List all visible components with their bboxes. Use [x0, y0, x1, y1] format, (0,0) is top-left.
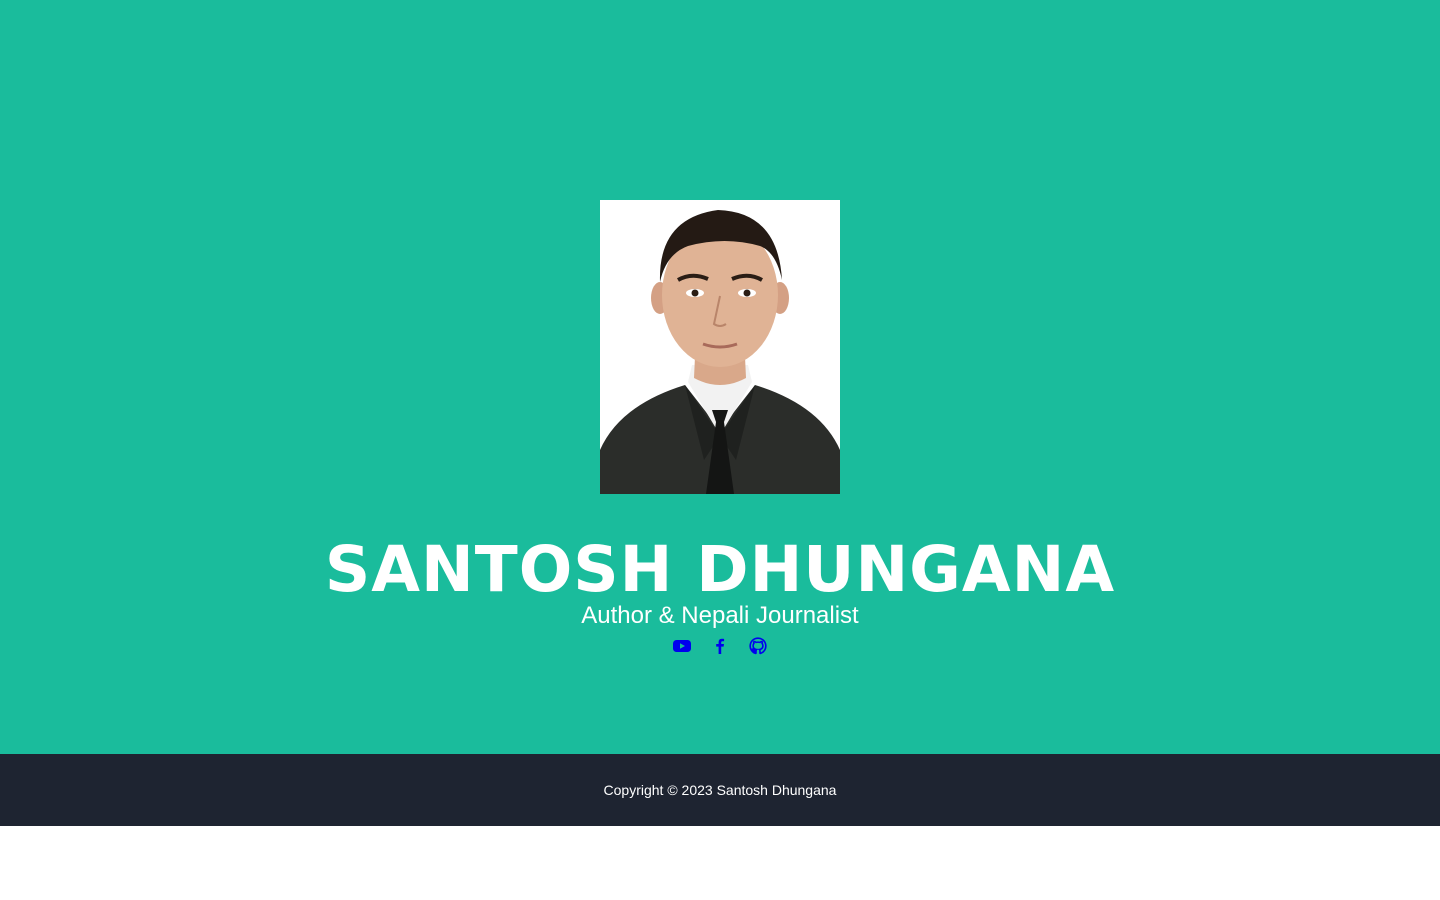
profile-name: SANTOSH DHUNGANA: [324, 533, 1116, 606]
profile-subtitle: Author & Nepali Journalist: [581, 602, 859, 629]
copyright-text: Copyright © 2023 Santosh Dhungana: [603, 782, 837, 798]
github-icon: [749, 637, 767, 655]
profile-photo: [600, 200, 840, 494]
youtube-icon: [673, 640, 691, 652]
footer: Copyright © 2023 Santosh Dhungana: [0, 754, 1440, 826]
youtube-link[interactable]: [673, 635, 691, 657]
github-link[interactable]: [749, 635, 767, 657]
social-links: [0, 635, 1440, 657]
facebook-icon: [716, 638, 725, 654]
facebook-link[interactable]: [711, 635, 729, 657]
hero-section: SANTOSH DHUNGANA Author & Nepali Journal…: [0, 0, 1440, 754]
portrait-illustration: [600, 200, 840, 494]
